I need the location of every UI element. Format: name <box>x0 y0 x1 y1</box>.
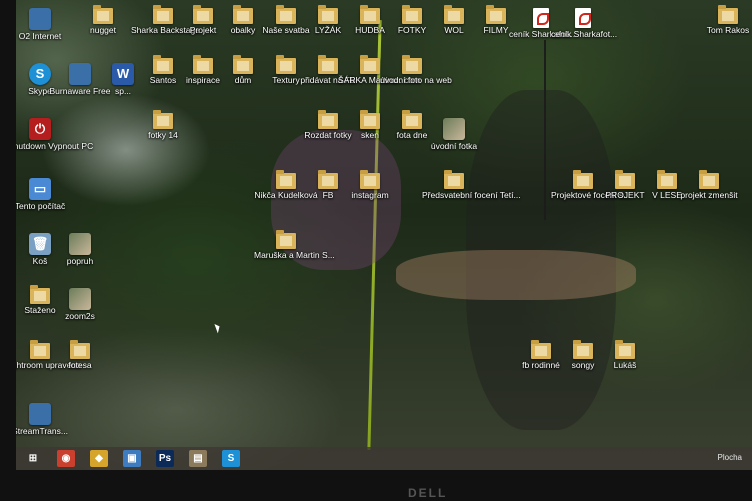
taskbar-windows-start-button[interactable]: ⊞ <box>24 450 42 467</box>
taskbar-remote-button[interactable]: ▣ <box>123 450 141 467</box>
power-icon: ⏻ <box>29 118 51 140</box>
desktop-icon-label: Lukáš <box>613 360 637 370</box>
desktop-icon[interactable]: O2 Internet <box>16 2 72 41</box>
folder-icon <box>573 340 593 359</box>
folder-icon <box>30 340 50 359</box>
desktop-icon-label: Tom Rakos <box>706 25 750 35</box>
desktop-icon[interactable]: fotky 14 <box>131 107 195 140</box>
folder-icon <box>615 170 635 189</box>
folder-icon <box>444 170 464 189</box>
desktop-icon-label: O2 Internet <box>18 31 62 41</box>
folder-icon <box>318 110 338 129</box>
desktop-icon-label: zoom2s <box>65 311 95 321</box>
computer-icon: ▭ <box>29 178 51 200</box>
folder-icon <box>718 5 738 24</box>
folder-icon <box>699 170 719 189</box>
folder-icon <box>276 170 296 189</box>
desktop-icon-label: Tento počítač <box>16 201 66 211</box>
mouse-cursor <box>214 322 222 334</box>
pdf-icon <box>533 8 549 28</box>
desktop-icon[interactable]: nugget <box>71 2 135 35</box>
folder-icon <box>402 55 422 74</box>
folder-icon <box>70 340 90 359</box>
folder-icon <box>193 55 213 74</box>
desktop-icon-label: instagram <box>351 190 389 200</box>
desktop-icon-label: sp... <box>114 86 132 96</box>
folder-icon <box>30 285 50 304</box>
folder-icon <box>360 55 380 74</box>
folder-icon <box>531 340 551 359</box>
folder-icon <box>360 170 380 189</box>
image-icon <box>69 233 91 255</box>
image-icon <box>443 118 465 140</box>
desktop-icon-label: nugget <box>90 25 116 35</box>
desktop-icon[interactable]: projekt zmenšit <box>677 167 741 200</box>
folder-icon <box>657 170 677 189</box>
folder-icon <box>153 110 173 129</box>
desktop-icon-label: Shutdown Vypnout PC <box>16 141 94 151</box>
desktop-icon[interactable]: popruh <box>48 227 112 266</box>
desktop-icon-label: Předsvatební focení Tetí... <box>422 190 521 200</box>
desktop-icon[interactable]: ▭ Tento počítač <box>16 172 72 211</box>
desktop-icon[interactable]: StreamTrans... <box>16 397 72 436</box>
wallpaper-legs <box>396 250 636 300</box>
desktop-icon-label: fotesa <box>68 360 92 370</box>
app-icon <box>29 403 51 425</box>
desktop-icon[interactable]: ceník Sharkafot... <box>551 2 618 39</box>
app-icon <box>69 63 91 85</box>
folder-icon <box>444 5 464 24</box>
folder-icon <box>153 55 173 74</box>
folder-icon <box>233 5 253 24</box>
desktop-icon[interactable]: úvodní foto na web <box>380 52 452 85</box>
folder-icon <box>360 5 380 24</box>
folder-icon <box>573 170 593 189</box>
desktop-icon-label: ceník Sharkafot... <box>551 29 618 39</box>
taskbar-skype-button[interactable]: S <box>222 450 240 467</box>
folder-icon <box>615 340 635 359</box>
image-icon <box>69 288 91 310</box>
folder-icon <box>486 5 506 24</box>
desktop-icon[interactable]: instagram <box>338 167 402 200</box>
monitor: O2 Internet nugget Sharka Backstage Projekt… <box>0 0 752 501</box>
desktop-icon-label: StreamTrans... <box>16 426 68 436</box>
desktop-icon[interactable]: zoom2s <box>48 282 112 321</box>
brand-logo: DELL <box>408 486 448 500</box>
folder-icon <box>402 110 422 129</box>
desktop-icon[interactable]: Předsvatební focení Tetí... <box>422 167 521 200</box>
taskbar: ⊞ ◉ ◆ ▣ Ps ▤ S Plocha <box>16 447 752 470</box>
desktop-icon[interactable]: Tom Rakos <box>696 2 752 35</box>
desktop-icon-label: projekt zmenšit <box>680 190 738 200</box>
folder-icon <box>153 5 173 24</box>
desktop-icon[interactable]: Maruška a Martin S... <box>254 227 335 260</box>
tray-label[interactable]: Plocha <box>718 453 742 462</box>
taskbar-app-button[interactable]: ◆ <box>90 450 108 467</box>
app-icon <box>29 8 51 30</box>
desktop-icon-label: Maruška a Martin S... <box>254 250 335 260</box>
folder-icon <box>233 55 253 74</box>
desktop-icon[interactable]: Lukáš <box>593 337 657 370</box>
folder-icon <box>276 55 296 74</box>
pdf-icon <box>575 8 591 28</box>
folder-icon <box>318 5 338 24</box>
folder-icon <box>276 5 296 24</box>
desktop-icon[interactable]: ⏻ Shutdown Vypnout PC <box>16 112 94 151</box>
taskbar-photo-viewer-button[interactable]: ▤ <box>189 450 207 467</box>
folder-icon <box>276 230 296 249</box>
taskbar-photoshop-button[interactable]: Ps <box>156 450 174 467</box>
desktop-icon[interactable]: úvodní fotka <box>422 112 486 151</box>
folder-icon <box>402 5 422 24</box>
desktop-icon[interactable]: fotesa <box>48 337 112 370</box>
taskbar-chrome-button[interactable]: ◉ <box>57 450 75 467</box>
folder-icon <box>318 170 338 189</box>
folder-icon <box>93 5 113 24</box>
desktop: O2 Internet nugget Sharka Backstage Projekt… <box>16 0 752 470</box>
desktop-icon-label: úvodní foto na web <box>380 75 452 85</box>
folder-icon <box>318 55 338 74</box>
folder-icon <box>193 5 213 24</box>
folder-icon <box>360 110 380 129</box>
desktop-icon-label: fotky 14 <box>148 130 178 140</box>
desktop-icon-label: popruh <box>66 256 94 266</box>
desktop-icon-label: úvodní fotka <box>430 141 478 151</box>
